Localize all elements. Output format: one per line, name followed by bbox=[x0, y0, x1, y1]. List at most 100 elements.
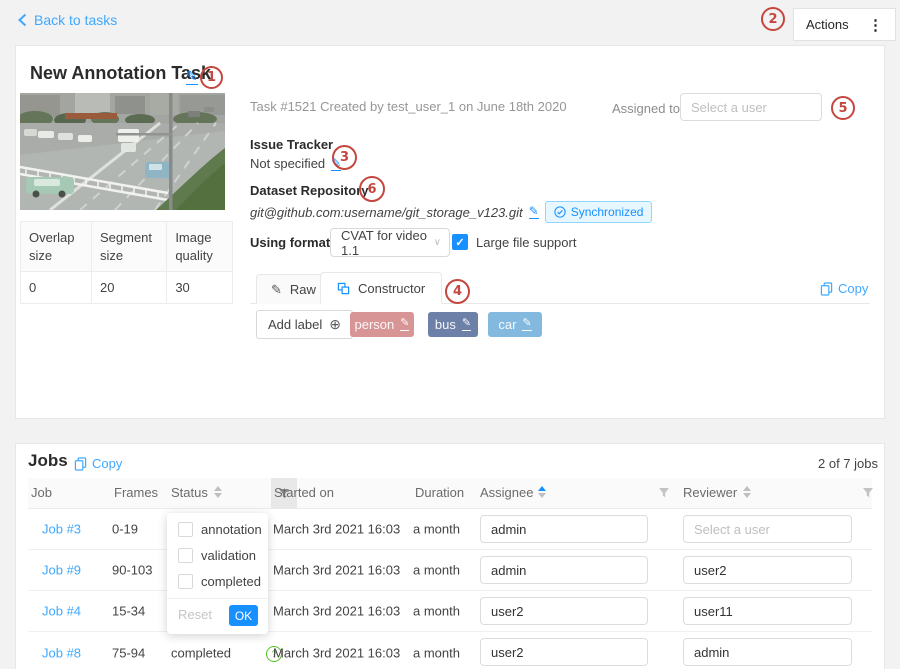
col-status[interactable]: Status bbox=[171, 485, 208, 500]
label-chip-person[interactable]: person ✎ bbox=[350, 312, 414, 337]
filter-funnel-icon bbox=[658, 487, 670, 499]
assignee-input[interactable] bbox=[480, 597, 648, 625]
duration-cell: a month bbox=[413, 563, 460, 578]
assignee-filter-button[interactable] bbox=[658, 487, 670, 502]
assignee-input[interactable] bbox=[480, 515, 648, 543]
reviewer-input[interactable] bbox=[683, 515, 852, 543]
edit-title-icon[interactable]: ✎ bbox=[186, 69, 198, 85]
col-reviewer[interactable]: Reviewer bbox=[683, 485, 737, 500]
filter-ok-button[interactable]: OK bbox=[229, 605, 258, 626]
label-chip-bus[interactable]: bus ✎ bbox=[428, 312, 478, 337]
filter-funnel-icon bbox=[862, 487, 874, 499]
tab-constructor[interactable]: Constructor bbox=[320, 272, 442, 304]
job-link[interactable]: Job #8 bbox=[42, 645, 81, 660]
dataset-repository-label: Dataset Repository bbox=[250, 183, 368, 198]
copy-link-label: Copy bbox=[838, 281, 868, 296]
plus-circle-icon: ⊕ bbox=[329, 316, 341, 333]
label-chip-car[interactable]: car ✎ bbox=[488, 312, 542, 337]
filter-option-completed[interactable]: completed bbox=[178, 574, 261, 589]
duration-cell: a month bbox=[413, 522, 460, 537]
edit-label-icon[interactable]: ✎ bbox=[462, 318, 471, 331]
labels-copy-link[interactable]: Copy bbox=[820, 281, 868, 296]
status-filter-dropdown: annotation validation completed Reset OK bbox=[167, 513, 268, 634]
checkbox-icon[interactable] bbox=[178, 574, 193, 589]
filter-option-annotation[interactable]: annotation bbox=[178, 522, 262, 537]
param-header: Segment size bbox=[91, 222, 166, 272]
add-label-text: Add label bbox=[268, 317, 322, 332]
issue-tracker-label: Issue Tracker bbox=[250, 137, 333, 152]
repository-url: git@github.com:username/git_storage_v123… bbox=[250, 205, 523, 220]
reviewer-sorter[interactable] bbox=[743, 486, 751, 498]
divider bbox=[167, 598, 268, 599]
assignee-input[interactable] bbox=[480, 556, 648, 584]
task-title: New Annotation Task bbox=[30, 63, 211, 84]
issue-tracker-value: Not specified ✎ bbox=[250, 156, 341, 171]
param-header: Image quality bbox=[167, 222, 233, 272]
started-cell: March 3rd 2021 16:03 bbox=[273, 604, 400, 619]
using-format-label: Using format: bbox=[250, 235, 335, 250]
col-assignee[interactable]: Assignee bbox=[480, 485, 533, 500]
back-link-label: Back to tasks bbox=[34, 12, 117, 28]
job-link[interactable]: Job #9 bbox=[42, 563, 81, 578]
edit-label-icon[interactable]: ✎ bbox=[400, 318, 409, 331]
job-link[interactable]: Job #4 bbox=[42, 604, 81, 619]
edit-label-icon[interactable]: ✎ bbox=[522, 318, 531, 331]
filter-option-validation[interactable]: validation bbox=[178, 548, 256, 563]
assignee-sorter[interactable] bbox=[538, 486, 546, 498]
back-to-tasks-link[interactable]: Back to tasks bbox=[18, 12, 117, 28]
job-link[interactable]: Job #3 bbox=[42, 522, 81, 537]
assigned-to-input[interactable] bbox=[680, 93, 822, 121]
reviewer-input[interactable] bbox=[683, 556, 852, 584]
large-file-label: Large file support bbox=[476, 235, 576, 250]
status-sorter[interactable] bbox=[214, 486, 222, 498]
copy-icon bbox=[74, 457, 87, 471]
chevron-down-icon: ∨ bbox=[434, 237, 441, 248]
jobs-title: Jobs bbox=[28, 451, 68, 471]
large-file-checkbox[interactable]: ✓ bbox=[452, 234, 468, 250]
cvat-task-page: Back to tasks Actions ⋮ 2 New Annotation… bbox=[0, 0, 900, 669]
started-cell: March 3rd 2021 16:03 bbox=[273, 522, 400, 537]
actions-button[interactable]: Actions ⋮ bbox=[793, 8, 896, 41]
param-header: Overlap size bbox=[21, 222, 92, 272]
reviewer-input[interactable] bbox=[683, 638, 852, 666]
duration-cell: a month bbox=[413, 604, 460, 619]
col-duration: Duration bbox=[415, 485, 464, 500]
duration-cell: a month bbox=[413, 645, 460, 660]
tab-constructor-label: Constructor bbox=[358, 281, 425, 296]
reviewer-input[interactable] bbox=[683, 597, 852, 625]
col-frames: Frames bbox=[114, 485, 158, 500]
callout-3: 3 bbox=[332, 145, 357, 170]
reviewer-filter-button[interactable] bbox=[862, 487, 874, 502]
assignee-input[interactable] bbox=[480, 638, 648, 666]
jobs-copy-link[interactable]: Copy bbox=[74, 456, 122, 471]
tab-raw-label: Raw bbox=[290, 282, 316, 297]
issue-tracker-text: Not specified bbox=[250, 156, 325, 171]
task-params-table: Overlap size Segment size Image quality … bbox=[20, 221, 233, 304]
callout-2: 2 bbox=[761, 7, 785, 31]
format-select-value: CVAT for video 1.1 bbox=[341, 228, 434, 258]
filter-reset-button[interactable]: Reset bbox=[178, 607, 212, 622]
actions-label: Actions bbox=[806, 17, 849, 32]
checkbox-icon[interactable] bbox=[178, 548, 193, 563]
label-chip-text: person bbox=[355, 317, 395, 332]
sync-badge-label: Synchronized bbox=[571, 205, 644, 219]
frames-cell: 0-19 bbox=[112, 522, 138, 537]
add-label-button[interactable]: Add label ⊕ bbox=[256, 310, 353, 339]
job-row: Job #9 90-103 March 3rd 2021 16:03 a mon… bbox=[28, 550, 872, 591]
col-job: Job bbox=[31, 485, 52, 500]
filter-option-label: completed bbox=[201, 574, 261, 589]
block-icon bbox=[337, 282, 350, 295]
checkbox-icon[interactable] bbox=[178, 522, 193, 537]
col-started: Started on bbox=[274, 485, 334, 500]
assigned-to-label: Assigned to bbox=[612, 101, 680, 116]
status-cell: completed bbox=[171, 645, 231, 660]
label-chip-text: bus bbox=[435, 317, 456, 332]
sync-status-badge: Synchronized bbox=[545, 201, 653, 223]
frames-cell: 90-103 bbox=[112, 563, 152, 578]
copy-icon bbox=[820, 282, 833, 296]
format-select[interactable]: CVAT for video 1.1 ∨ bbox=[330, 228, 450, 257]
task-preview-image bbox=[20, 93, 225, 210]
more-vertical-icon: ⋮ bbox=[868, 16, 883, 34]
started-cell: March 3rd 2021 16:03 bbox=[273, 645, 400, 660]
edit-repository-icon[interactable]: ✎ bbox=[529, 205, 539, 219]
